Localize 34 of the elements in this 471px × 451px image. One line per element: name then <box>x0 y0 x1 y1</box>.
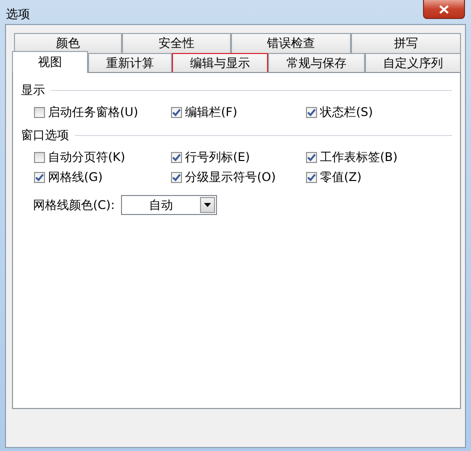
tab[interactable]: 拼写 <box>350 33 461 53</box>
close-button[interactable] <box>423 0 465 19</box>
section-title: 窗口选项 <box>21 126 69 144</box>
checkbox-label: 自动分页符(K) <box>48 148 126 166</box>
checkbox-label: 分级显示符号(O) <box>185 168 276 186</box>
checkbox-label: 行号列标(E) <box>185 148 250 166</box>
checkbox[interactable] <box>306 172 317 182</box>
checkbox-label: 状态栏(S) <box>320 104 373 120</box>
window-title: 选项 <box>6 6 30 22</box>
checkbox[interactable] <box>171 172 182 182</box>
checkbox[interactable] <box>34 172 45 182</box>
tab[interactable]: 安全性 <box>122 33 232 53</box>
close-icon <box>439 4 449 14</box>
tab[interactable]: 自定义序列 <box>365 53 461 73</box>
checkbox-label: 网格线(G) <box>48 168 103 186</box>
tab[interactable]: 重新计算 <box>88 53 172 73</box>
tab[interactable]: 常规与保存 <box>268 53 365 73</box>
checkbox[interactable] <box>34 152 45 162</box>
checkbox[interactable] <box>306 106 317 118</box>
gridline-color-label: 网格线颜色(C): <box>33 196 115 214</box>
checkbox-label: 工作表标签(B) <box>320 148 398 166</box>
checkbox[interactable] <box>306 152 317 162</box>
checkbox[interactable] <box>34 106 45 118</box>
tab[interactable]: 视图 <box>12 51 88 73</box>
checkbox-label: 编辑栏(F) <box>185 104 238 120</box>
section-title: 显示 <box>21 82 45 98</box>
color-dropdown[interactable]: 自动 <box>120 195 217 215</box>
tab[interactable]: 颜色 <box>14 33 122 53</box>
checkbox[interactable] <box>171 152 182 162</box>
tab[interactable]: 错误检查 <box>231 33 350 53</box>
checkbox-label: 零值(Z) <box>320 168 362 186</box>
checkbox[interactable] <box>171 106 182 118</box>
tab[interactable]: 编辑与显示 <box>172 53 268 73</box>
checkbox-label: 启动任务窗格(U) <box>48 104 138 120</box>
